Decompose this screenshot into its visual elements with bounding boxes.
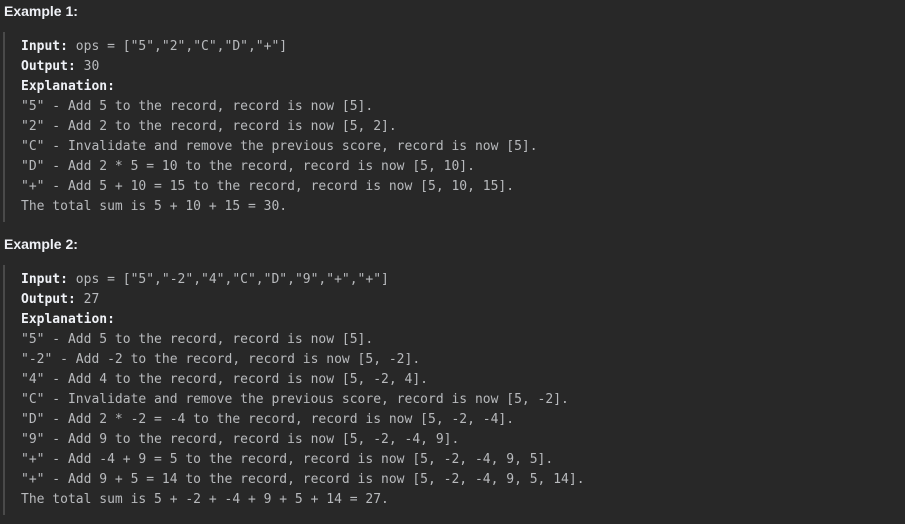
explanation-line: "2" - Add 2 to the record, record is now… [21, 119, 397, 134]
explanation-line: "4" - Add 4 to the record, record is now… [21, 372, 428, 387]
input-line: Input: ops = ["5","-2","4","C","D","9","… [21, 270, 905, 290]
explanation-line: "C" - Invalidate and remove the previous… [21, 392, 569, 407]
output-value: 27 [75, 292, 100, 307]
explanation-line: "5" - Add 5 to the record, record is now… [21, 99, 374, 114]
output-value: 30 [75, 59, 100, 74]
input-value: ops = ["5","2","C","D","+"] [67, 39, 288, 54]
explanation-label: Explanation: [21, 79, 115, 94]
example-1-title: Example 1: [4, 3, 78, 19]
explanation-line: "-2" - Add -2 to the record, record is n… [21, 352, 421, 367]
example-2-block: Input: ops = ["5","-2","4","C","D","9","… [3, 265, 905, 515]
example-2-title: Example 2: [4, 236, 78, 252]
explanation-label: Explanation: [21, 312, 115, 327]
explanation-line: The total sum is 5 + -2 + -4 + 9 + 5 + 1… [21, 492, 389, 507]
explanation-line: "5" - Add 5 to the record, record is now… [21, 332, 374, 347]
explanation-line: "D" - Add 2 * -2 = -4 to the record, rec… [21, 412, 515, 427]
output-label: Output: [21, 292, 76, 307]
explanation-line: "+" - Add -4 + 9 = 5 to the record, reco… [21, 452, 554, 467]
explanation-line: The total sum is 5 + 10 + 15 = 30. [21, 199, 288, 214]
output-line: Output: 27 [21, 290, 905, 310]
explanation-line: "+" - Add 9 + 5 = 14 to the record, reco… [21, 472, 585, 487]
explanation-line: "D" - Add 2 * 5 = 10 to the record, reco… [21, 159, 475, 174]
explanation-line: "+" - Add 5 + 10 = 15 to the record, rec… [21, 179, 515, 194]
example-1-block: Input: ops = ["5","2","C","D","+"] Outpu… [3, 32, 905, 222]
output-label: Output: [21, 59, 76, 74]
explanation-line: "9" - Add 9 to the record, record is now… [21, 432, 460, 447]
explanation-line: "C" - Invalidate and remove the previous… [21, 139, 538, 154]
input-value: ops = ["5","-2","4","C","D","9","+","+"] [67, 272, 389, 287]
output-line: Output: 30 [21, 57, 905, 77]
input-line: Input: ops = ["5","2","C","D","+"] [21, 37, 905, 57]
input-label: Input: [21, 39, 68, 54]
input-label: Input: [21, 272, 68, 287]
